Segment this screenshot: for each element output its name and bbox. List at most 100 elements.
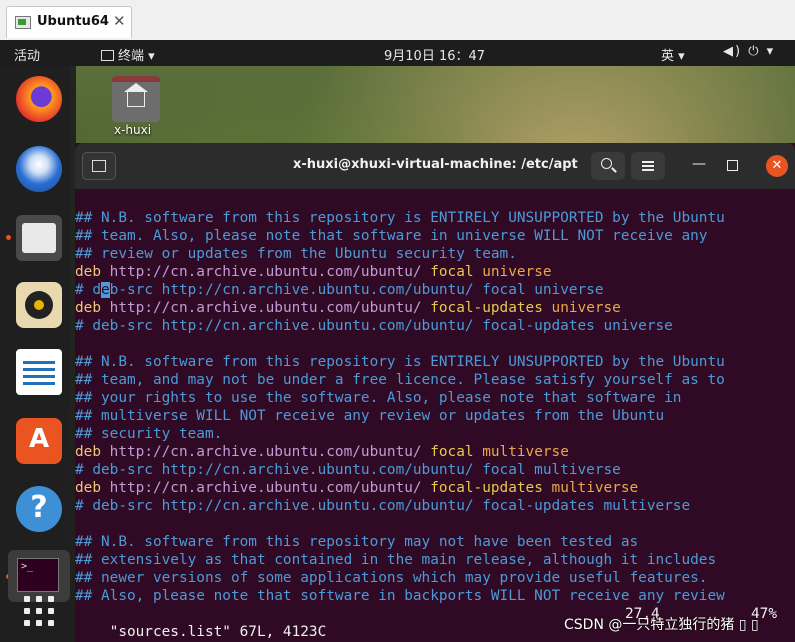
input-method-indicator[interactable]: 英 ▾ [661, 45, 685, 64]
maximize-button[interactable] [727, 160, 738, 171]
terminal-titlebar[interactable]: x-huxi@xhuxi-virtual-machine: /etc/apt —… [75, 143, 795, 189]
firefox-icon[interactable] [16, 76, 62, 122]
terminal-text-segment: deb [75, 444, 101, 460]
folder-shape [22, 223, 56, 253]
terminal-line: # deb-src http://cn.archive.ubuntu.com/u… [75, 317, 795, 335]
terminal-text-segment: universe [542, 300, 621, 316]
terminal-line: ## team, and may not be under a free lic… [75, 371, 795, 389]
new-tab-icon [92, 160, 106, 172]
new-tab-button[interactable] [82, 152, 116, 180]
terminal-text-segment: ## your rights to use the software. Also… [75, 390, 682, 406]
terminal-text-segment: ## newer versions of some applications w… [75, 570, 708, 586]
csdn-watermark: CSDN @一只特立独行的猪 ▯ ▯ [564, 617, 759, 633]
terminal-text-segment: ## N.B. software from this repository is… [75, 354, 725, 370]
writer-icon[interactable] [16, 349, 62, 395]
terminal-text-segment: ## security team. [75, 426, 223, 442]
minimize-button[interactable]: — [689, 156, 709, 176]
terminal-text-segment: ## team. Also, please note that software… [75, 228, 708, 244]
terminal-line: # deb-src http://cn.archive.ubuntu.com/u… [75, 281, 795, 299]
writer-line [23, 382, 55, 385]
grid-dot [36, 608, 42, 614]
terminal-small-icon [101, 50, 114, 61]
terminal-line: deb http://cn.archive.ubuntu.com/ubuntu/… [75, 263, 795, 281]
terminal-text-segment: multiverse [473, 444, 569, 460]
rhythmbox-icon[interactable] [16, 282, 62, 328]
search-icon [601, 158, 612, 169]
terminal-line: ## N.B. software from this repository ma… [75, 533, 795, 551]
app-menu-button[interactable]: 终端 ▾ [101, 45, 155, 64]
terminal-text-segment: ## multiverse WILL NOT receive any revie… [75, 408, 665, 424]
hamburger-menu-button[interactable] [631, 152, 665, 180]
help-glyph: ? [30, 490, 48, 525]
grid-dot [48, 608, 54, 614]
terminal-line: deb http://cn.archive.ubuntu.com/ubuntu/… [75, 299, 795, 317]
terminal-text-segment: focal-updates [430, 300, 543, 316]
terminal-text-segment: multiverse [542, 480, 639, 496]
terminal-text-segment: deb [75, 300, 101, 316]
terminal-text-segment: # d [75, 282, 101, 298]
terminal-text-segment: focal [430, 444, 474, 460]
text-cursor: e [101, 282, 110, 298]
grid-dot [24, 596, 30, 602]
system-menu[interactable]: ◀) ⏻ ▾ [723, 44, 775, 59]
terminal-text-segment: http://cn.archive.ubuntu.com/ubuntu/ [101, 444, 431, 460]
grid-dot [24, 608, 30, 614]
home-folder-label: x-huxi [114, 123, 152, 137]
grid-dot [48, 596, 54, 602]
terminal-text-segment: http://cn.archive.ubuntu.com/ubuntu/ [101, 300, 431, 316]
terminal-text-segment: # deb-src http://cn.archive.ubuntu.com/u… [75, 318, 673, 334]
writer-line [23, 368, 55, 371]
terminal-text-segment: # deb-src http://cn.archive.ubuntu.com/u… [75, 498, 691, 514]
terminal-text-segment: ## review or updates from the Ubuntu sec… [75, 246, 517, 262]
terminal-line: # deb-src http://cn.archive.ubuntu.com/u… [75, 497, 795, 515]
grid-dot [36, 620, 42, 626]
terminal-text-segment: universe [473, 264, 552, 280]
terminal-line: ## N.B. software from this repository is… [75, 209, 795, 227]
terminal-line: ## review or updates from the Ubuntu sec… [75, 245, 795, 263]
terminal-text-segment: focal [430, 264, 474, 280]
vm-icon [15, 16, 31, 29]
terminal-text-segment: ## N.B. software from this repository ma… [75, 534, 639, 550]
vm-tab-label: Ubuntu64 [37, 14, 109, 29]
software-icon[interactable]: A [16, 418, 62, 464]
vm-tab-ubuntu64[interactable]: Ubuntu64 ✕ [6, 6, 132, 38]
terminal-text-segment: focal-updates [430, 480, 543, 496]
home-folder-icon[interactable] [112, 76, 160, 122]
thunderbird-icon[interactable] [16, 146, 62, 192]
terminal-line: ## team. Also, please note that software… [75, 227, 795, 245]
terminal-text-segment: b-src http://cn.archive.ubuntu.com/ubunt… [109, 282, 604, 298]
writer-line [23, 375, 55, 378]
terminal-text-segment: deb [75, 264, 101, 280]
search-icon-handle [611, 167, 617, 173]
terminal-line: ## security team. [75, 425, 795, 443]
gnome-top-bar: 活动 终端 ▾ 9月10日 16：47 英 ▾ ◀) ⏻ ▾ [0, 40, 795, 66]
close-button[interactable]: ✕ [766, 155, 788, 177]
help-icon[interactable]: ? [16, 486, 62, 532]
terminal-text-segment: # deb-src http://cn.archive.ubuntu.com/u… [75, 462, 621, 478]
terminal-text-area[interactable]: ## N.B. software from this repository is… [75, 209, 795, 605]
menu-icon-bar [642, 161, 654, 163]
files-icon[interactable] [16, 215, 62, 261]
terminal-line: # deb-src http://cn.archive.ubuntu.com/u… [75, 461, 795, 479]
vm-tab-close-icon[interactable]: ✕ [113, 12, 126, 30]
terminal-line: ## N.B. software from this repository is… [75, 353, 795, 371]
menu-icon-bar [642, 169, 654, 171]
activities-button[interactable]: 活动 [14, 45, 40, 64]
terminal-text-segment: http://cn.archive.ubuntu.com/ubuntu/ [101, 480, 431, 496]
search-button[interactable] [591, 152, 625, 180]
terminal-line: ## newer versions of some applications w… [75, 569, 795, 587]
terminal-line: ## your rights to use the software. Also… [75, 389, 795, 407]
speaker-shape [25, 291, 53, 319]
grid-dot [48, 620, 54, 626]
terminal-window[interactable]: x-huxi@xhuxi-virtual-machine: /etc/apt —… [75, 143, 795, 642]
show-apps-icon[interactable] [22, 594, 56, 628]
terminal-text-segment: ## team, and may not be under a free lic… [75, 372, 725, 388]
menu-icon-bar [642, 165, 654, 167]
terminal-text-segment: ## extensively as that contained in the … [75, 552, 717, 568]
clock[interactable]: 9月10日 16：47 [384, 45, 485, 64]
status-file-info: "sources.list" 67L, 4123C [109, 624, 327, 640]
dock: A ? >_ [0, 66, 76, 642]
terminal-text-segment: deb [75, 480, 101, 496]
